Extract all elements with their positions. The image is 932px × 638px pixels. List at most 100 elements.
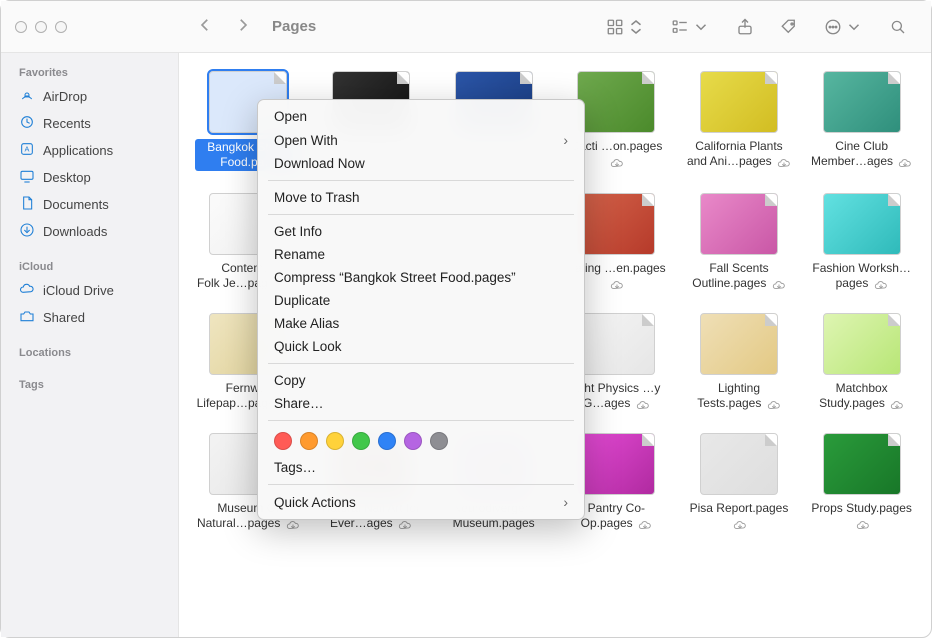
sidebar-item-desktop[interactable]: Desktop	[1, 164, 178, 191]
menu-item-label: Compress “Bangkok Street Food.pages”	[274, 270, 516, 285]
file-item[interactable]: Fashion Worksh…pages	[808, 193, 915, 291]
tag-color-dot[interactable]	[300, 432, 318, 450]
icloud-download-icon	[638, 519, 652, 529]
downloads-icon	[19, 222, 35, 241]
icloud-icon	[19, 281, 35, 300]
svg-text:A: A	[25, 145, 30, 154]
menu-item-quick-look[interactable]: Quick Look	[258, 335, 584, 358]
tag-color-dot[interactable]	[378, 432, 396, 450]
tag-color-dot[interactable]	[326, 432, 344, 450]
menu-separator	[268, 363, 574, 364]
menu-separator	[268, 180, 574, 181]
icloud-download-icon	[733, 519, 747, 529]
tag-color-dot[interactable]	[352, 432, 370, 450]
menu-separator	[268, 420, 574, 421]
more-actions-button[interactable]	[824, 18, 863, 36]
back-button[interactable]	[196, 16, 214, 37]
menu-item-download-now[interactable]: Download Now	[258, 152, 584, 175]
window-controls	[1, 21, 81, 33]
view-mode-button[interactable]	[606, 18, 645, 36]
file-thumbnail	[823, 313, 901, 375]
sidebar-item-recents[interactable]: Recents	[1, 110, 178, 137]
icloud-download-icon	[610, 157, 624, 167]
sidebar-item-label: AirDrop	[43, 89, 87, 104]
menu-item-share[interactable]: Share…	[258, 392, 584, 415]
menu-item-copy[interactable]: Copy	[258, 369, 584, 392]
sidebar-item-label: Recents	[43, 116, 91, 131]
tag-color-row	[258, 426, 584, 456]
menu-item-compress-bangkok-street-food-pages[interactable]: Compress “Bangkok Street Food.pages”	[258, 266, 584, 289]
file-name-label: Fall Scents Outline.pages	[686, 261, 793, 291]
menu-item-label: Copy	[274, 373, 306, 388]
sidebar-item-downloads[interactable]: Downloads	[1, 218, 178, 245]
file-name-label: California Plants and Ani…pages	[686, 139, 793, 169]
file-thumbnail	[700, 433, 778, 495]
menu-item-get-info[interactable]: Get Info	[258, 220, 584, 243]
sidebar-item-shared[interactable]: Shared	[1, 304, 178, 331]
file-item[interactable]: Cine Club Member…ages	[808, 71, 915, 171]
sidebar-item-applications[interactable]: AApplications	[1, 137, 178, 164]
tag-color-dot[interactable]	[430, 432, 448, 450]
documents-icon	[19, 195, 35, 214]
file-thumbnail	[823, 193, 901, 255]
group-by-button[interactable]	[671, 18, 710, 36]
menu-item-quick-actions[interactable]: Quick Actions›	[258, 490, 584, 514]
icloud-download-icon	[777, 157, 791, 167]
file-item[interactable]: Fall Scents Outline.pages	[686, 193, 793, 291]
titlebar: Pages	[1, 1, 931, 53]
file-item[interactable]: Matchbox Study.pages	[808, 313, 915, 411]
zoom-window-button[interactable]	[55, 21, 67, 33]
icloud-download-icon	[398, 519, 412, 529]
menu-item-label: Duplicate	[274, 293, 330, 308]
file-name-label: Matchbox Study.pages	[808, 381, 915, 411]
icloud-download-icon	[636, 399, 650, 409]
location-title: Pages	[272, 18, 316, 35]
sidebar-item-airdrop[interactable]: AirDrop	[1, 83, 178, 110]
sidebar: FavoritesAirDropRecentsAApplicationsDesk…	[1, 53, 179, 637]
file-item[interactable]: Props Study.pages	[808, 433, 915, 531]
file-item[interactable]: California Plants and Ani…pages	[686, 71, 793, 171]
sidebar-item-label: Shared	[43, 310, 85, 325]
menu-item-open[interactable]: Open	[258, 105, 584, 128]
menu-item-open-with[interactable]: Open With›	[258, 128, 584, 152]
menu-item-move-to-trash[interactable]: Move to Trash	[258, 186, 584, 209]
file-item[interactable]: Lighting Tests.pages	[686, 313, 793, 411]
close-window-button[interactable]	[15, 21, 27, 33]
file-thumbnail	[577, 193, 655, 255]
sidebar-item-icloud-drive[interactable]: iCloud Drive	[1, 277, 178, 304]
sidebar-section-header: Locations	[1, 341, 178, 363]
desktop-icon	[19, 168, 35, 187]
sidebar-section-header: iCloud	[1, 255, 178, 277]
forward-button[interactable]	[234, 16, 252, 37]
menu-item-rename[interactable]: Rename	[258, 243, 584, 266]
context-menu: Open Open With›Download Now Move to Trash G…	[257, 99, 585, 520]
file-item[interactable]: Pisa Report.pages	[686, 433, 793, 531]
shared-icon	[19, 308, 35, 327]
menu-item-label: Make Alias	[274, 316, 339, 331]
sidebar-item-documents[interactable]: Documents	[1, 191, 178, 218]
search-button[interactable]	[889, 18, 907, 36]
airdrop-icon	[19, 87, 35, 106]
share-button[interactable]	[736, 18, 754, 36]
file-name-label: Pisa Report.pages	[686, 501, 793, 531]
menu-item-label: Share…	[274, 396, 324, 411]
menu-item-label: Open	[274, 109, 307, 124]
chevron-right-icon: ›	[563, 494, 568, 510]
menu-item-label: Get Info	[274, 224, 322, 239]
menu-item-duplicate[interactable]: Duplicate	[258, 289, 584, 312]
menu-item-make-alias[interactable]: Make Alias	[258, 312, 584, 335]
tag-color-dot[interactable]	[404, 432, 422, 450]
menu-item-tags[interactable]: Tags…	[258, 456, 584, 479]
tag-color-dot[interactable]	[274, 432, 292, 450]
file-name-label: Lighting Tests.pages	[686, 381, 793, 411]
recents-icon	[19, 114, 35, 133]
minimize-window-button[interactable]	[35, 21, 47, 33]
sidebar-item-label: Downloads	[43, 224, 107, 239]
icloud-download-icon	[856, 519, 870, 529]
file-thumbnail	[823, 71, 901, 133]
sidebar-section-header: Tags	[1, 373, 178, 395]
icloud-download-icon	[890, 399, 904, 409]
menu-item-label: Rename	[274, 247, 325, 262]
tags-button[interactable]	[780, 18, 798, 36]
file-thumbnail	[700, 313, 778, 375]
